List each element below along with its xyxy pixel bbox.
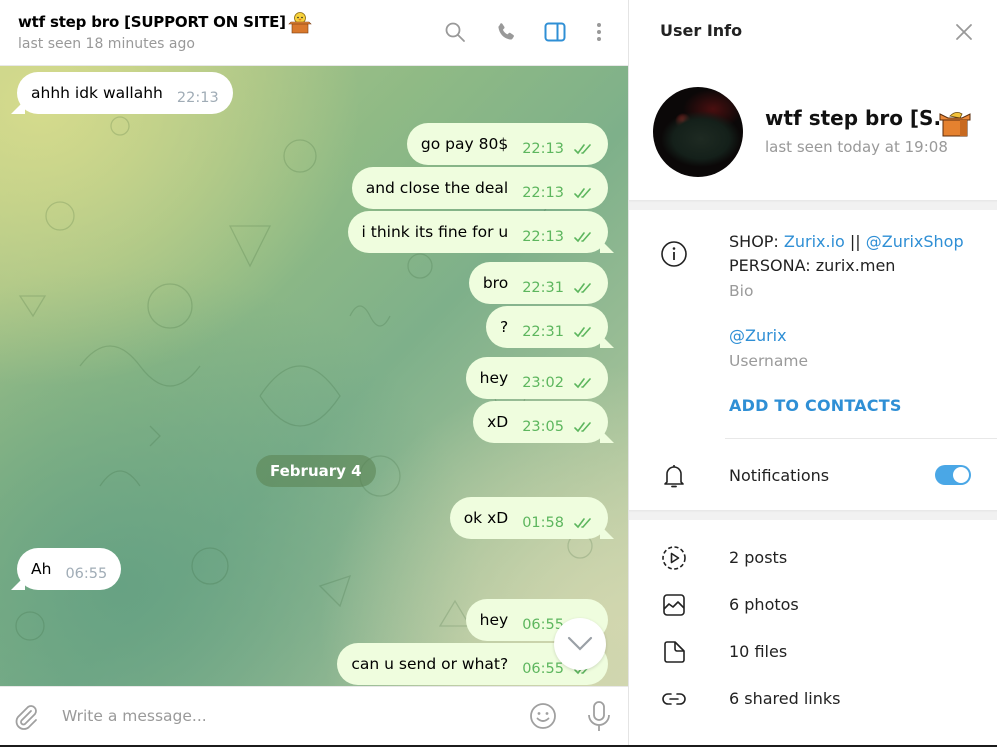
message-incoming[interactable]: ahhh idk wallahh 22:13: [17, 72, 233, 114]
chat-title-text: wtf step bro [SUPPORT ON SITE]: [18, 13, 286, 31]
message-outgoing[interactable]: i think its fine for u 22:13: [347, 211, 608, 253]
avatar[interactable]: [653, 87, 743, 177]
message-time: 06:55: [522, 661, 564, 677]
message-input[interactable]: [62, 701, 502, 731]
message-time: 22:31: [522, 280, 564, 296]
bio-link-shop[interactable]: @ZurixShop: [866, 232, 964, 251]
message-text: go pay 80$: [420, 135, 509, 153]
notifications-label: Notifications: [729, 466, 830, 485]
message-text: bro: [482, 274, 509, 292]
box-emoji-icon: [939, 112, 971, 137]
info-icon: [660, 240, 688, 268]
message-text: ok xD: [463, 509, 509, 527]
duck-in-box-emoji-icon: [288, 10, 312, 34]
message-time: 22:13: [522, 229, 564, 245]
chevron-down-icon: [567, 636, 593, 651]
file-icon: [660, 638, 688, 666]
message-text: hey: [479, 369, 509, 387]
section-divider: [629, 200, 997, 210]
chat-title[interactable]: wtf step bro [SUPPORT ON SITE]: [18, 10, 312, 34]
bell-icon: [660, 462, 688, 490]
read-check-icon: [574, 327, 591, 338]
emoji-icon[interactable]: [529, 702, 557, 730]
bio-separator: ||: [844, 232, 866, 251]
photo-icon: [660, 591, 688, 619]
read-check-icon: [574, 378, 591, 389]
message-outgoing[interactable]: and close the deal 22:13: [351, 167, 608, 209]
media-label: 2 posts: [729, 548, 788, 567]
message-outgoing[interactable]: go pay 80$ 22:13: [406, 123, 608, 165]
search-icon[interactable]: [443, 20, 467, 44]
panel-title: User Info: [660, 21, 743, 40]
bio-label: Bio: [729, 282, 754, 300]
chat-panel: wtf step bro [SUPPORT ON SITE] last seen…: [0, 0, 628, 745]
section-divider: [629, 510, 997, 520]
read-check-icon: [574, 188, 591, 199]
read-check-icon: [574, 422, 591, 433]
add-to-contacts-button[interactable]: ADD TO CONTACTS: [729, 396, 902, 415]
link-icon: [660, 685, 688, 713]
message-text: hey: [479, 611, 509, 629]
message-time: 06:55: [65, 566, 108, 582]
divider: [725, 438, 997, 439]
bio-line-2: PERSONA: zurix.men: [729, 256, 896, 275]
media-row-links[interactable]: 6 shared links: [629, 679, 997, 719]
message-text: can u send or what?: [351, 655, 509, 673]
message-text: ?: [499, 318, 509, 336]
message-outgoing[interactable]: xD 23:05: [473, 401, 608, 443]
read-check-icon: [574, 144, 591, 155]
read-check-icon: [574, 232, 591, 243]
username-value[interactable]: @Zurix: [729, 326, 787, 345]
message-text: ahhh idk wallahh: [31, 84, 163, 102]
more-vertical-icon[interactable]: [587, 20, 611, 44]
media-row-files[interactable]: 10 files: [629, 632, 997, 672]
user-info-panel: User Info wtf step bro [S... last seen t…: [628, 0, 997, 745]
username-label: Username: [729, 352, 809, 370]
chat-last-seen: last seen 18 minutes ago: [18, 36, 195, 52]
media-row-photos[interactable]: 6 photos: [629, 585, 997, 625]
read-check-icon: [574, 518, 591, 529]
notifications-toggle[interactable]: [935, 465, 971, 485]
message-text: Ah: [31, 560, 52, 578]
profile-last-seen: last seen today at 19:08: [765, 138, 948, 156]
media-label: 10 files: [729, 642, 788, 661]
message-list[interactable]: ahhh idk wallahh 22:13 go pay 80$ 22:13 …: [0, 66, 628, 686]
message-text: xD: [487, 413, 509, 431]
message-composer: [0, 686, 628, 745]
message-time: 22:13: [522, 141, 564, 157]
message-time: 22:13: [522, 185, 564, 201]
scroll-to-bottom-button[interactable]: [554, 618, 606, 670]
posts-icon: [660, 544, 688, 572]
profile-name: wtf step bro [S...: [765, 106, 957, 130]
microphone-icon[interactable]: [586, 700, 612, 732]
bio-link-site[interactable]: Zurix.io: [784, 232, 845, 251]
message-text: i think its fine for u: [361, 223, 509, 241]
phone-icon[interactable]: [494, 20, 518, 44]
attach-icon[interactable]: [12, 703, 40, 731]
read-check-icon: [574, 283, 591, 294]
message-time: 22:31: [522, 324, 564, 340]
sidebar-toggle-icon[interactable]: [543, 20, 567, 44]
message-outgoing[interactable]: hey 23:02: [465, 357, 608, 399]
message-time: 22:13: [176, 90, 219, 106]
chat-header: wtf step bro [SUPPORT ON SITE] last seen…: [0, 0, 628, 66]
close-icon[interactable]: [952, 20, 976, 44]
date-separator: February 4: [256, 455, 376, 487]
bio-line-1: SHOP: Zurix.io || @ZurixShop: [729, 232, 964, 251]
message-outgoing[interactable]: ? 22:31: [485, 306, 608, 348]
message-time: 23:05: [522, 419, 564, 435]
message-outgoing[interactable]: bro 22:31: [468, 262, 608, 304]
message-time: 01:58: [522, 515, 564, 531]
message-time: 23:02: [522, 375, 564, 391]
media-label: 6 photos: [729, 595, 799, 614]
message-text: and close the deal: [365, 179, 509, 197]
media-row-posts[interactable]: 2 posts: [629, 538, 997, 578]
message-incoming[interactable]: Ah 06:55: [17, 548, 122, 590]
media-label: 6 shared links: [729, 689, 841, 708]
message-outgoing[interactable]: ok xD 01:58: [449, 497, 608, 539]
bio-prefix: SHOP:: [729, 232, 784, 251]
